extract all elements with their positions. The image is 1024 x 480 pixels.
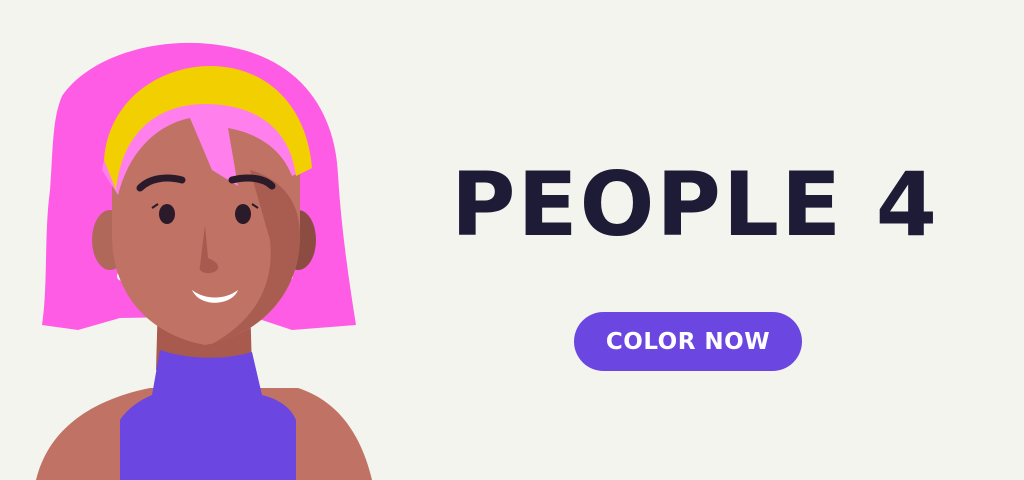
right-eye: [235, 204, 251, 224]
purple-top-icon: [120, 350, 296, 480]
left-eye: [159, 204, 175, 224]
page-title: PEOPLE 4: [451, 153, 939, 256]
color-now-button[interactable]: COLOR NOW: [574, 312, 802, 371]
banner: PEOPLE 4 COLOR NOW: [0, 0, 1024, 480]
woman-illustration: [36, 42, 372, 480]
